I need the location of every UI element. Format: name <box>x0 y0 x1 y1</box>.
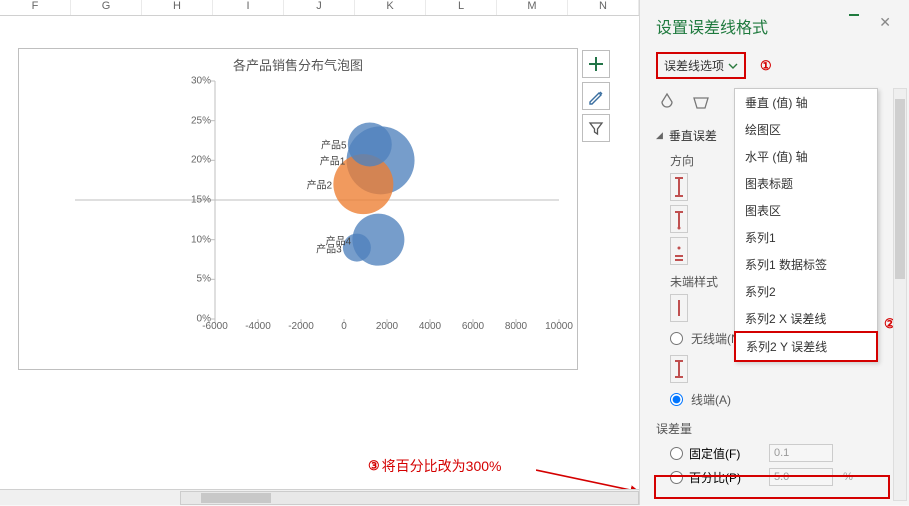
percentage-radio[interactable]: 百分比(P) % <box>670 465 909 489</box>
collapse-triangle-icon: ◢ <box>656 130 663 141</box>
menu-item[interactable]: 图表区 <box>735 197 877 224</box>
col-header[interactable]: G <box>71 0 142 15</box>
fixed-value-radio[interactable]: 固定值(F) <box>670 441 909 465</box>
menu-item-selected[interactable]: 系列2 Y 误差线 <box>734 331 878 362</box>
panel-title: 设置误差线格式 <box>640 0 909 46</box>
plot-area[interactable]: 0%5%10%15%20%25%30%-6000-4000-2000020004… <box>19 77 577 341</box>
col-header[interactable]: F <box>0 0 71 15</box>
end-cap-icon[interactable] <box>670 355 688 383</box>
col-header[interactable]: J <box>284 0 355 15</box>
col-header[interactable]: N <box>568 0 639 15</box>
worksheet-area[interactable]: 各产品销售分布气泡图 0%5%10%15%20%25%30%-6000-4000… <box>0 16 639 489</box>
menu-item[interactable]: 绘图区 <box>735 116 877 143</box>
chart-element-dropdown-menu: 垂直 (值) 轴 绘图区 水平 (值) 轴 图表标题 图表区 系列1 系列1 数… <box>734 88 878 362</box>
menu-item[interactable]: 系列2 X 误差线 <box>735 305 877 332</box>
instruction-text: ③将百分比改为300% <box>368 456 501 476</box>
error-amount-label: 误差量 <box>656 420 909 437</box>
col-header[interactable]: H <box>142 0 213 15</box>
col-header[interactable]: K <box>355 0 426 15</box>
sheet-tab-row: 利 <box>0 489 639 505</box>
fill-line-tab[interactable] <box>656 91 678 113</box>
chart-container[interactable]: 各产品销售分布气泡图 0%5%10%15%20%25%30%-6000-4000… <box>18 48 578 370</box>
chart-side-buttons <box>582 50 610 142</box>
panel-close-icon[interactable]: ✕ <box>879 14 891 31</box>
menu-item[interactable]: 系列1 数据标签 <box>735 251 877 278</box>
format-error-bars-panel: 设置误差线格式 ✕ 误差线选项 ① ◢ 垂直误差 方向 未端样式 无线端(N) … <box>639 0 909 505</box>
effects-tab[interactable] <box>690 91 712 113</box>
error-amount-group: 固定值(F) 百分比(P) % <box>670 441 909 489</box>
scrollbar-thumb[interactable] <box>895 99 905 279</box>
end-none-icon[interactable] <box>670 294 688 322</box>
col-header[interactable]: L <box>426 0 497 15</box>
menu-item[interactable]: 系列1 <box>735 224 877 251</box>
direction-minus-icon[interactable] <box>670 205 688 233</box>
column-headers: F G H I J K L M N <box>0 0 639 16</box>
percent-sign: % <box>839 471 857 483</box>
percentage-input[interactable] <box>769 468 833 486</box>
menu-item[interactable]: 图表标题 <box>735 170 877 197</box>
end-cap-radio[interactable]: 线端(A) <box>670 387 909 412</box>
menu-item[interactable]: 垂直 (值) 轴 <box>735 89 877 116</box>
col-header[interactable]: M <box>497 0 568 15</box>
chart-filters-button[interactable] <box>582 114 610 142</box>
horizontal-scrollbar[interactable] <box>180 491 639 505</box>
col-header[interactable]: I <box>213 0 284 15</box>
menu-item[interactable]: 水平 (值) 轴 <box>735 143 877 170</box>
chart-title[interactable]: 各产品销售分布气泡图 <box>19 49 577 74</box>
panel-minimize-icon[interactable] <box>849 14 859 16</box>
chart-elements-button[interactable] <box>582 50 610 78</box>
direction-both-icon[interactable] <box>670 173 688 201</box>
circle-3: ③ <box>368 458 380 474</box>
menu-item[interactable]: 系列2 <box>735 278 877 305</box>
circle-1: ① <box>760 58 772 74</box>
scrollbar-thumb[interactable] <box>201 493 271 503</box>
chart-styles-button[interactable] <box>582 82 610 110</box>
chevron-down-icon <box>728 62 738 70</box>
fixed-value-input[interactable] <box>769 444 833 462</box>
error-bar-options-selector[interactable]: 误差线选项 <box>656 52 746 79</box>
direction-plus-icon[interactable] <box>670 237 688 265</box>
panel-vertical-scrollbar[interactable] <box>893 88 907 501</box>
